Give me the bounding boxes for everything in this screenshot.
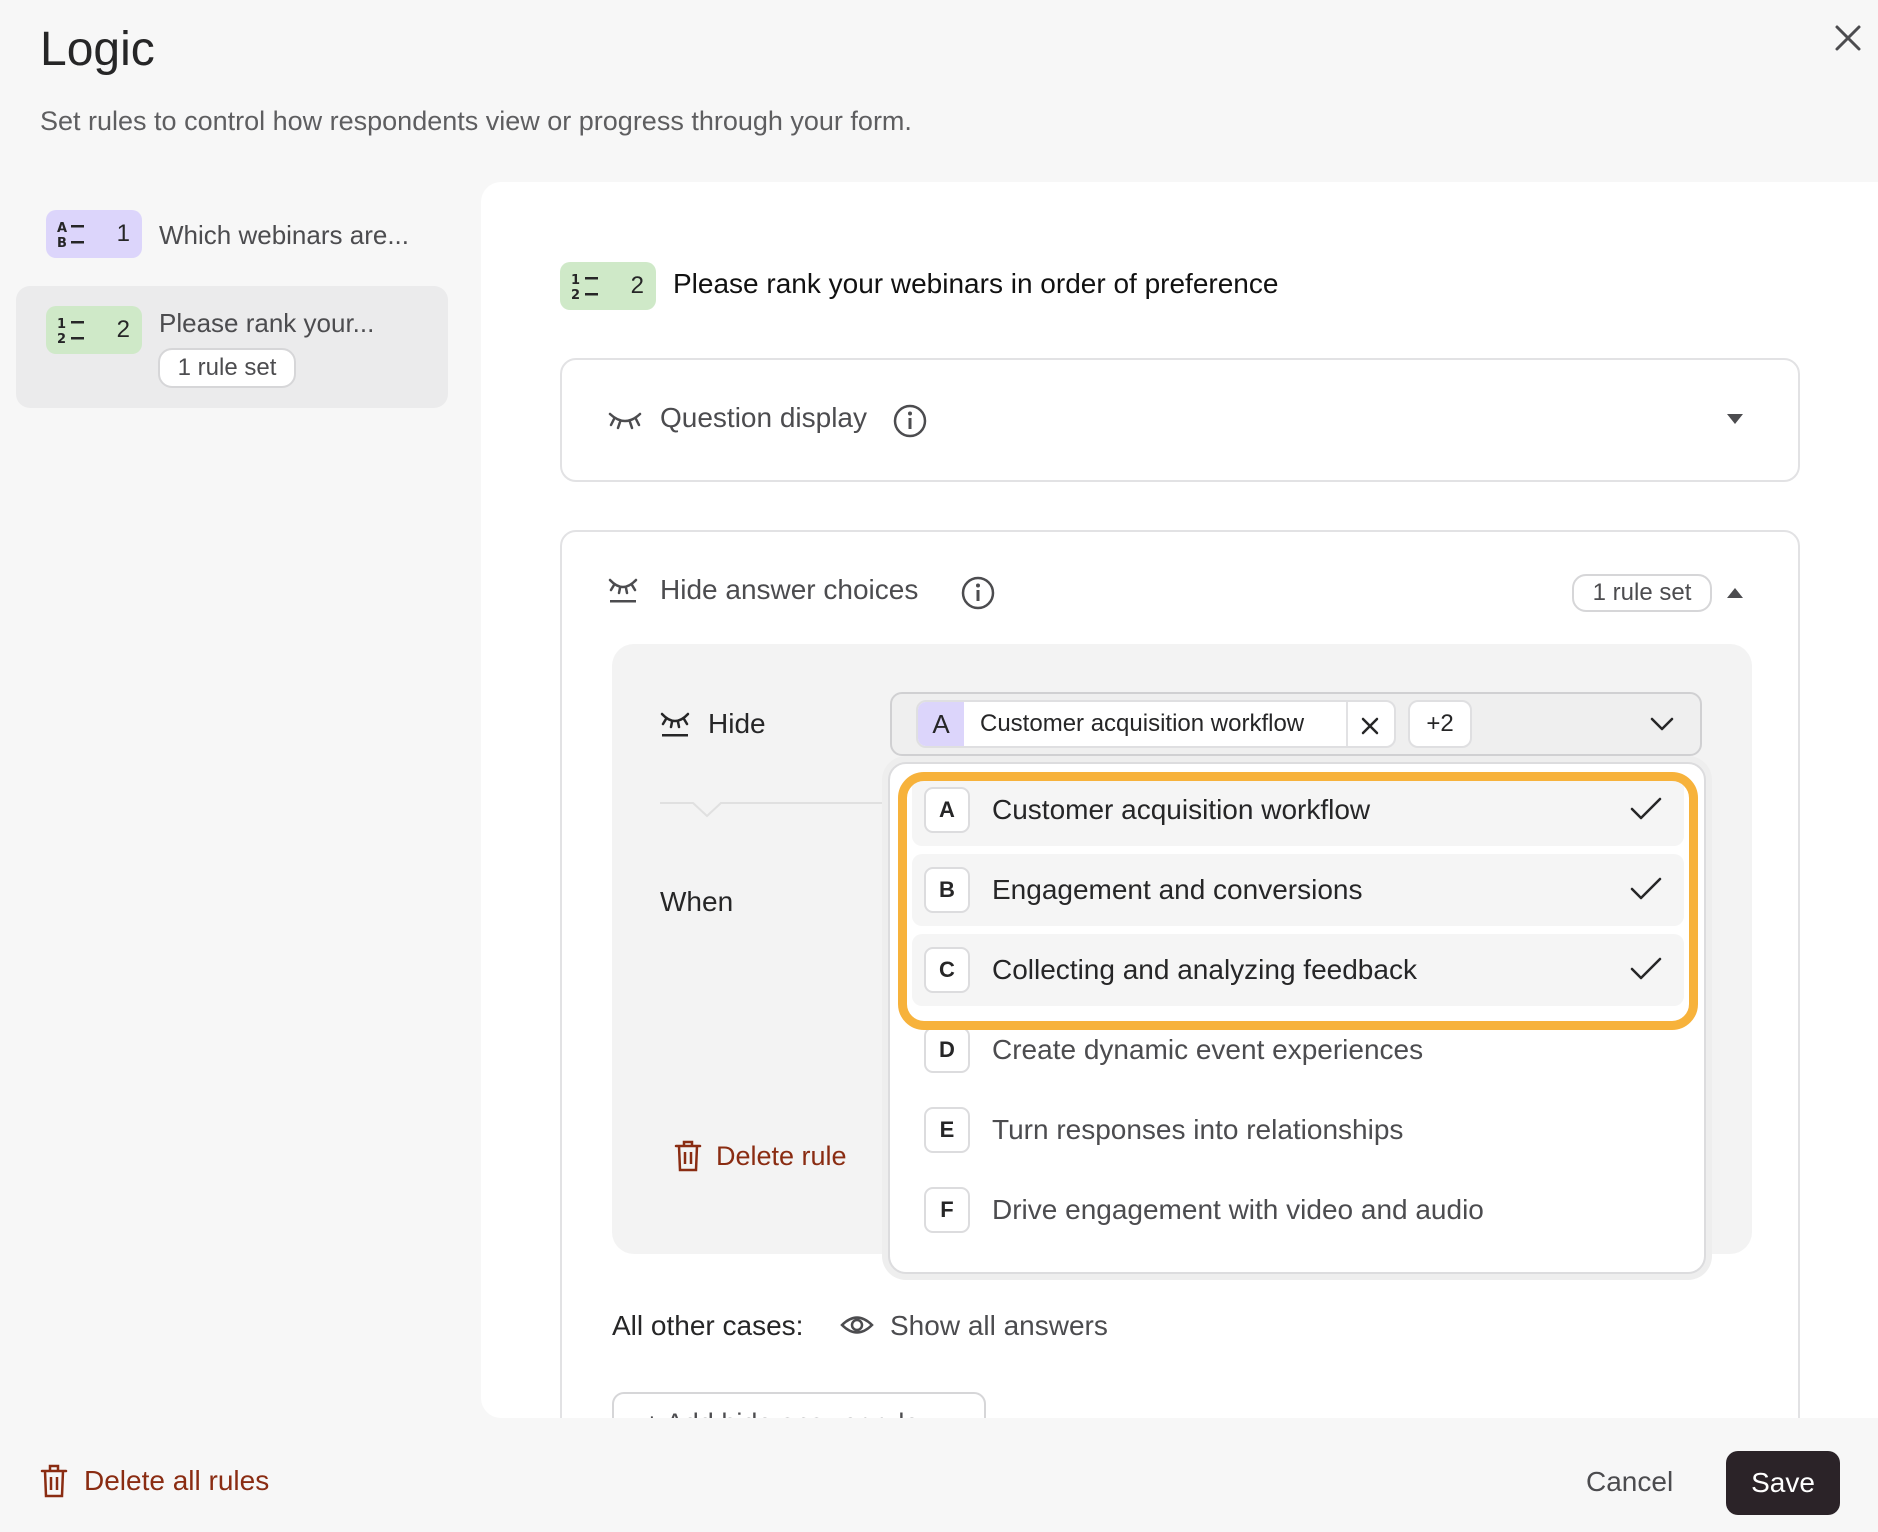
ranking-icon: 1 2: [571, 273, 598, 301]
ranking-icon: 1 2: [57, 317, 84, 345]
option-label: Customer acquisition workflow: [992, 794, 1371, 825]
question-number: 1: [116, 220, 130, 247]
trash-icon: [674, 1140, 702, 1172]
option-letter: B: [924, 867, 970, 913]
eye-icon: [840, 1316, 874, 1334]
close-button[interactable]: [1828, 18, 1868, 58]
svg-text:1: 1: [57, 317, 66, 332]
option-d[interactable]: D Create dynamic event experiences: [912, 1014, 1684, 1086]
when-label: When: [660, 886, 734, 917]
chevron-down-icon[interactable]: [1650, 716, 1674, 732]
option-label: Create dynamic event experiences: [992, 1034, 1424, 1065]
svg-text:B: B: [57, 236, 67, 249]
option-letter: D: [924, 1027, 970, 1073]
other-cases-label: All other cases:: [612, 1310, 804, 1341]
chip-label: Customer acquisition workflow: [980, 710, 1305, 737]
option-label: Turn responses into relationships: [992, 1114, 1404, 1145]
cancel-button[interactable]: Cancel: [1586, 1466, 1673, 1498]
option-a[interactable]: A Customer acquisition workflow: [912, 774, 1684, 846]
option-label: Drive engagement with video and audio: [992, 1194, 1484, 1225]
question-display-title: Question display: [660, 402, 868, 433]
check-icon: [1630, 957, 1662, 980]
divider-notch: [691, 802, 723, 818]
caret-down-icon[interactable]: [1726, 412, 1744, 426]
page-subtitle: Set rules to control how respondents vie…: [40, 106, 912, 136]
save-button[interactable]: Save: [1726, 1451, 1840, 1515]
option-c[interactable]: C Collecting and analyzing feedback: [912, 934, 1684, 1006]
chip-letter: A: [918, 702, 964, 746]
sidebar-item-label: Which webinars are...: [159, 220, 409, 250]
question-title: Please rank your webinars in order of pr…: [673, 268, 1279, 299]
question-number: 2: [630, 272, 644, 299]
rule-count-badge: 1 rule set: [1572, 574, 1712, 612]
check-icon: [1630, 797, 1662, 820]
option-b[interactable]: B Engagement and conversions: [912, 854, 1684, 926]
delete-all-rules-button[interactable]: Delete all rules: [40, 1464, 269, 1498]
question-number: 2: [116, 316, 130, 343]
more-selected-chip[interactable]: +2: [1408, 700, 1472, 748]
eye-closed-icon: [608, 412, 642, 430]
option-letter: F: [924, 1187, 970, 1233]
page-title: Logic: [40, 23, 155, 76]
info-icon[interactable]: [961, 576, 995, 610]
other-cases-value[interactable]: Show all answers: [890, 1310, 1108, 1342]
svg-text:2: 2: [57, 332, 66, 345]
svg-text:1: 1: [571, 273, 580, 288]
sidebar-item-q1[interactable]: A B 1 Which webinars are...: [16, 200, 448, 268]
multiple-choice-icon: A B: [57, 221, 84, 249]
hide-answers-select[interactable]: A Customer acquisition workflow +2: [890, 692, 1702, 756]
question-badge: 1 2 2: [560, 262, 656, 310]
add-hide-answer-rule-button[interactable]: + Add hide answer rule: [612, 1392, 986, 1418]
info-icon[interactable]: [893, 404, 927, 438]
check-icon: [1630, 877, 1662, 900]
question-badge: 1 2 2: [46, 306, 142, 354]
eye-closed-icon: [660, 712, 690, 737]
delete-rule-label: Delete rule: [716, 1140, 847, 1171]
sidebar-item-q2[interactable]: 1 2 2 Please rank your... 1 rule set: [16, 286, 448, 408]
selected-chip: A Customer acquisition workflow: [916, 700, 1396, 748]
answer-options-dropdown: A Customer acquisition workflow B Engage…: [888, 762, 1706, 1274]
option-label: Collecting and analyzing feedback: [992, 954, 1417, 985]
rule-count-badge: 1 rule set: [158, 348, 296, 388]
delete-all-rules-label: Delete all rules: [84, 1465, 270, 1496]
caret-up-icon[interactable]: [1726, 586, 1744, 600]
chip-divider: [1346, 702, 1348, 746]
delete-rule-button[interactable]: Delete rule: [674, 1140, 847, 1172]
option-letter: C: [924, 947, 970, 993]
option-letter: A: [924, 787, 970, 833]
option-letter: E: [924, 1107, 970, 1153]
hide-label: Hide: [708, 708, 766, 739]
option-label: Engagement and conversions: [992, 874, 1363, 905]
hide-answer-choices-title: Hide answer choices: [660, 574, 919, 605]
option-f[interactable]: F Drive engagement with video and audio: [912, 1174, 1684, 1246]
close-icon: [1835, 25, 1861, 51]
remove-chip-icon[interactable]: [1361, 717, 1379, 735]
option-e[interactable]: E Turn responses into relationships: [912, 1094, 1684, 1166]
svg-text:2: 2: [571, 288, 580, 301]
question-display-card[interactable]: Question display: [560, 358, 1800, 482]
sidebar-item-label: Please rank your...: [159, 308, 375, 338]
question-badge: A B 1: [46, 210, 142, 258]
svg-text:A: A: [57, 221, 67, 236]
eye-closed-icon: [608, 578, 638, 603]
trash-icon: [40, 1464, 68, 1498]
